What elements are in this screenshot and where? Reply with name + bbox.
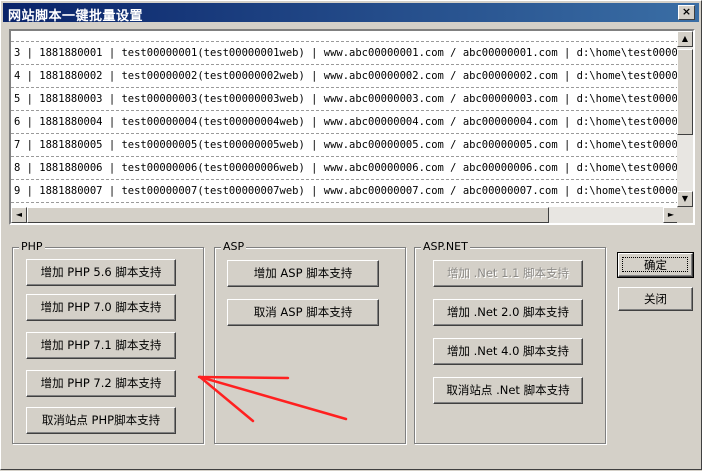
add-net-40-button[interactable]: 增加 .Net 4.0 脚本支持: [433, 338, 583, 365]
table-row[interactable]: 7 | 1881880005 | test00000005(test000000…: [11, 134, 679, 157]
table-row[interactable]: 6 | 1881880004 | test00000004(test000000…: [11, 111, 679, 134]
dialog-window: 网站脚本一键批量设置 × 3 | 1881880001 | test000000…: [0, 0, 702, 470]
add-php-71-button[interactable]: 增加 PHP 7.1 脚本支持: [26, 332, 176, 359]
scrollbar-corner: [677, 207, 693, 223]
add-net-20-button[interactable]: 增加 .Net 2.0 脚本支持: [433, 299, 583, 326]
add-net-11-button[interactable]: 增加 .Net 1.1 脚本支持: [433, 260, 583, 287]
add-php-70-button[interactable]: 增加 PHP 7.0 脚本支持: [26, 294, 176, 321]
aspnet-group-title: ASP.NET: [421, 240, 470, 253]
scroll-left-icon[interactable]: ◄: [11, 207, 27, 223]
ok-button[interactable]: 确定: [617, 252, 694, 278]
php-group: PHP 增加 PHP 5.6 脚本支持 增加 PHP 7.0 脚本支持 增加 P…: [12, 240, 204, 444]
add-php-56-button[interactable]: 增加 PHP 5.6 脚本支持: [26, 259, 176, 286]
list-row-partial: [11, 33, 679, 42]
table-row[interactable]: 3 | 1881880001 | test00000001(test000000…: [11, 42, 679, 65]
close-button[interactable]: 关闭: [618, 287, 693, 311]
horizontal-scrollbar[interactable]: ◄ ►: [11, 207, 679, 223]
table-row[interactable]: 8 | 1881880006 | test00000006(test000000…: [11, 157, 679, 180]
vertical-scrollbar[interactable]: ▲ ▼: [677, 31, 693, 207]
remove-asp-button[interactable]: 取消 ASP 脚本支持: [227, 299, 379, 326]
site-list[interactable]: 3 | 1881880001 | test00000001(test000000…: [9, 29, 695, 225]
vertical-scroll-thumb[interactable]: [677, 49, 693, 135]
table-row[interactable]: 9 | 1881880007 | test00000007(test000000…: [11, 180, 679, 203]
php-group-title: PHP: [19, 240, 45, 253]
add-asp-button[interactable]: 增加 ASP 脚本支持: [227, 260, 379, 287]
table-row[interactable]: 5 | 1881880003 | test00000003(test000000…: [11, 88, 679, 111]
scroll-down-icon[interactable]: ▼: [677, 191, 693, 207]
scroll-up-icon[interactable]: ▲: [677, 31, 693, 47]
title-bar[interactable]: 网站脚本一键批量设置 ×: [3, 3, 699, 24]
remove-net-button[interactable]: 取消站点 .Net 脚本支持: [433, 377, 583, 404]
horizontal-scroll-thumb[interactable]: [27, 207, 549, 223]
focus-indicator: [622, 257, 688, 272]
site-list-rows: 3 | 1881880001 | test00000001(test000000…: [11, 33, 679, 207]
asp-group-title: ASP: [221, 240, 247, 253]
remove-php-button[interactable]: 取消站点 PHP脚本支持: [26, 407, 176, 434]
window-title: 网站脚本一键批量设置: [8, 9, 144, 24]
table-row[interactable]: 4 | 1881880002 | test00000002(test000000…: [11, 65, 679, 88]
close-window-button[interactable]: ×: [678, 5, 695, 20]
aspnet-group: ASP.NET 增加 .Net 1.1 脚本支持 增加 .Net 2.0 脚本支…: [414, 240, 606, 444]
asp-group: ASP 增加 ASP 脚本支持 取消 ASP 脚本支持: [214, 240, 406, 444]
add-php-72-button[interactable]: 增加 PHP 7.2 脚本支持: [26, 370, 176, 397]
